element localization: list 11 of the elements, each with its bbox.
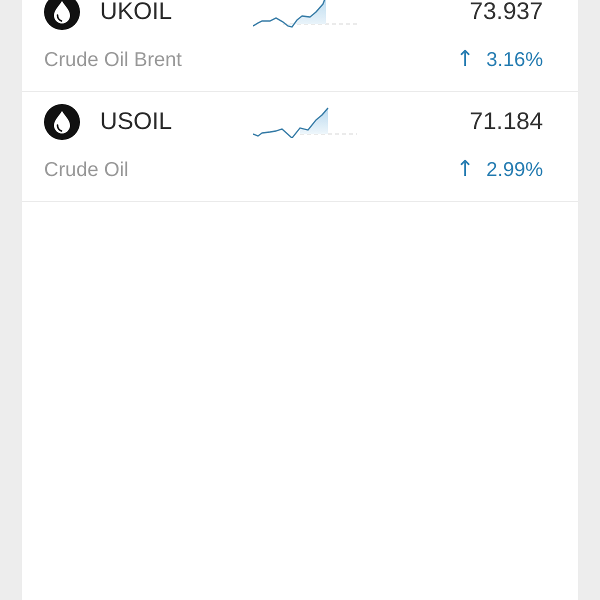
symbol-label: USOIL — [100, 110, 174, 134]
instrument-name: Crude Oil — [44, 158, 128, 183]
change-percent: 3.16% — [486, 48, 543, 73]
symbol-label: UKOIL — [100, 0, 174, 24]
oil-drop-icon — [44, 104, 80, 140]
up-arrow: ↑ — [456, 156, 474, 184]
price-value: 71.184 — [470, 110, 543, 134]
change-percent: 2.99% — [486, 158, 543, 183]
price-value: 73.937 — [470, 0, 543, 24]
instrument-name: Crude Oil Brent — [44, 48, 182, 73]
up-arrow: ↑ — [456, 46, 474, 74]
